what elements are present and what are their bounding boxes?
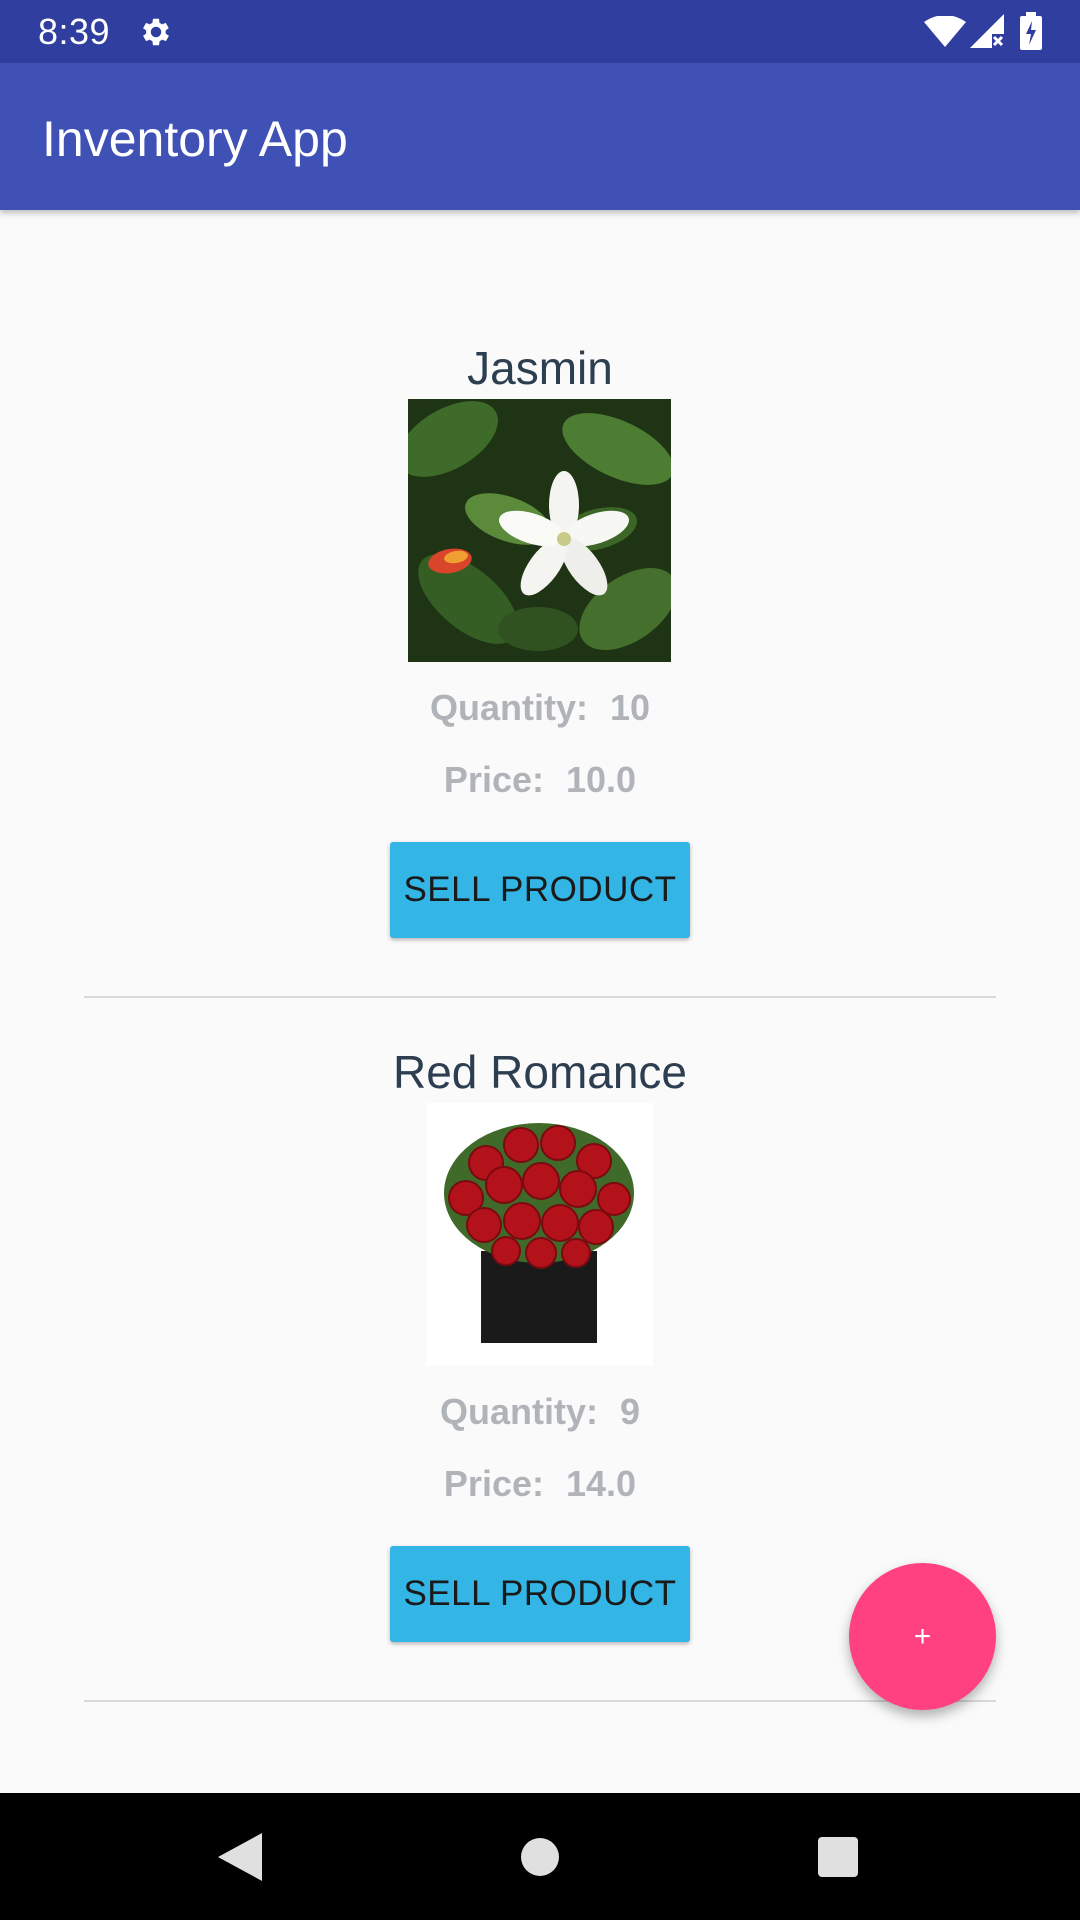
back-icon[interactable]: [218, 1833, 262, 1881]
status-bar: 8:39: [0, 0, 1080, 63]
add-product-fab[interactable]: +: [849, 1563, 996, 1710]
product-name: Red Romance: [392, 1046, 688, 1098]
battery-charging-icon: [1020, 12, 1042, 50]
price-value: 14.0: [565, 1463, 637, 1504]
quantity-row: Quantity: 9: [0, 1390, 1080, 1434]
app-title: Inventory App: [42, 111, 348, 167]
price-label: Price:: [443, 1463, 544, 1504]
signal-no-sim-icon: [970, 14, 1004, 48]
product-list: Jasmin Quantity: 10 Price: 10.0 SELL PRO…: [0, 210, 1080, 1793]
jasmine-flower-photo: [408, 399, 671, 662]
sell-product-button[interactable]: SELL PRODUCT: [390, 1546, 690, 1642]
status-time: 8:39: [38, 11, 111, 52]
settings-gear-icon: [143, 18, 169, 46]
product-name: Jasmin: [467, 342, 613, 394]
product-image: [408, 399, 671, 662]
quantity-value: 10: [609, 687, 651, 728]
price-label: Price:: [443, 759, 544, 800]
navigation-bar: [0, 1793, 1080, 1920]
product-image: [426, 1103, 653, 1366]
price-row: Price: 10.0: [0, 758, 1080, 802]
price-row: Price: 14.0: [0, 1462, 1080, 1506]
sell-product-button[interactable]: SELL PRODUCT: [390, 842, 690, 938]
quantity-label: Quantity:: [439, 1391, 598, 1432]
quantity-row: Quantity: 10: [0, 686, 1080, 730]
quantity-label: Quantity:: [429, 687, 588, 728]
quantity-value: 9: [619, 1391, 641, 1432]
recents-icon[interactable]: [818, 1837, 858, 1877]
list-divider: [84, 996, 996, 998]
home-icon[interactable]: [520, 1837, 560, 1877]
price-value: 10.0: [565, 759, 637, 800]
red-roses-bouquet-photo: [426, 1103, 653, 1366]
wifi-icon: [924, 16, 966, 47]
add-icon: +: [913, 1620, 932, 1653]
app-bar: Inventory App: [0, 63, 1080, 210]
